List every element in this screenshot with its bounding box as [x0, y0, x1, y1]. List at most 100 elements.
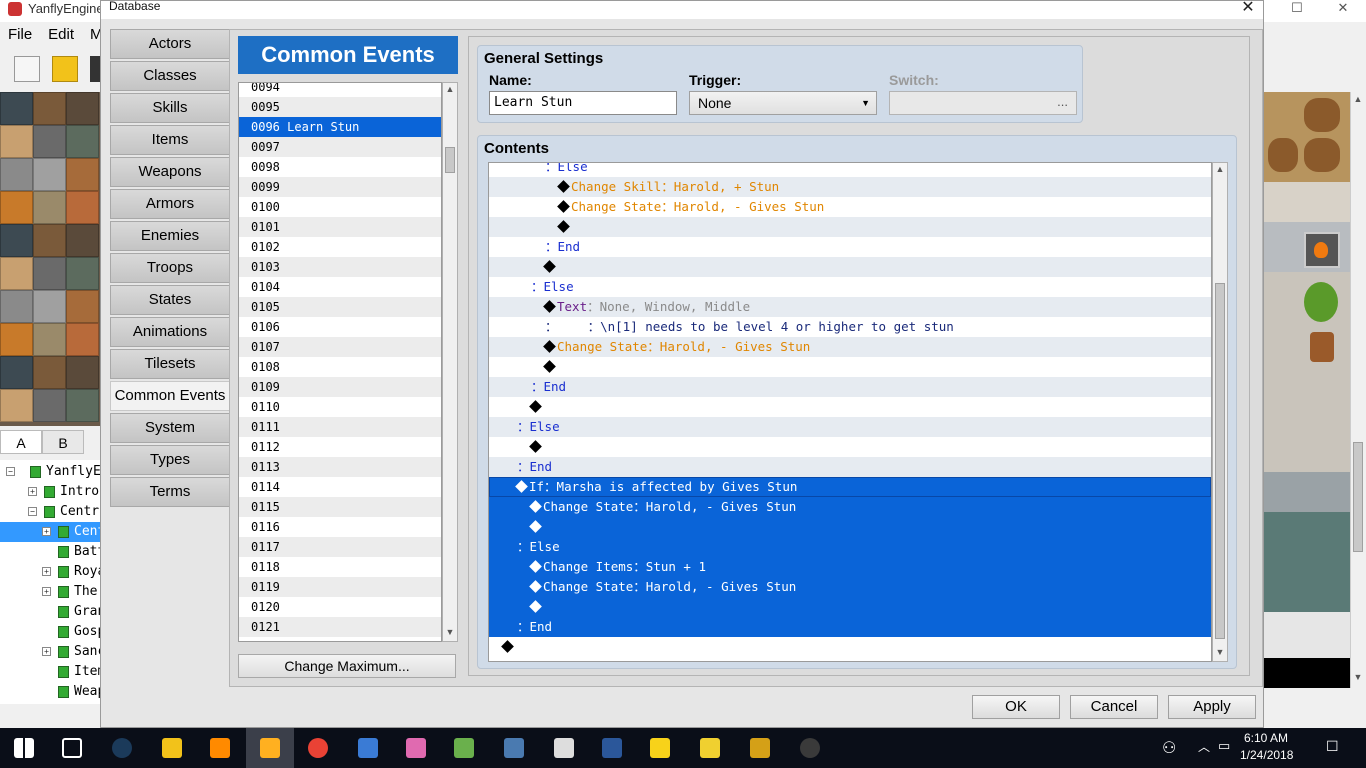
list-item[interactable]: 0109 — [239, 377, 441, 397]
expand-icon[interactable]: + — [42, 567, 51, 576]
tile[interactable] — [33, 290, 66, 323]
tile[interactable] — [0, 92, 33, 125]
tile[interactable] — [33, 389, 66, 422]
control-panel-icon[interactable] — [344, 728, 392, 768]
list-item[interactable]: 0107 — [239, 337, 441, 357]
folder-app-icon[interactable] — [636, 728, 684, 768]
tile-tab-b[interactable]: B — [42, 430, 84, 454]
people-icon[interactable]: ⚇ — [1162, 738, 1176, 758]
calculator-icon[interactable] — [540, 728, 588, 768]
dialog-close-icon[interactable]: ✕ — [1241, 0, 1255, 17]
list-item[interactable]: 0102 — [239, 237, 441, 257]
list-item[interactable]: 0101 — [239, 217, 441, 237]
map-tree-item[interactable]: + Royal L — [0, 562, 100, 582]
map-vertical-scrollbar[interactable]: ▲ ▼ — [1350, 92, 1366, 688]
steam-icon[interactable] — [98, 728, 146, 768]
map-tree-item[interactable]: + Centra — [0, 522, 100, 542]
list-item[interactable]: 0096 Learn Stun — [239, 117, 441, 137]
list-item[interactable]: 0097 — [239, 137, 441, 157]
category-tab-animations[interactable]: Animations — [110, 317, 230, 347]
trigger-select[interactable]: None ▼ — [689, 91, 877, 115]
scroll-up-icon[interactable]: ▲ — [445, 84, 455, 94]
category-tab-states[interactable]: States — [110, 285, 230, 315]
tile[interactable] — [0, 290, 33, 323]
list-item[interactable]: 0112 — [239, 437, 441, 457]
command-row[interactable]: Change State：Harold, - Gives Stun — [489, 197, 1211, 217]
windows-start-icon[interactable] — [0, 728, 48, 768]
list-item[interactable]: 0118 — [239, 557, 441, 577]
list-item[interactable]: 0117 — [239, 537, 441, 557]
command-list[interactable]: ：Else Change Skill：Harold, + Stun Change S… — [488, 162, 1212, 662]
menu-file[interactable]: File — [0, 24, 40, 46]
list-item[interactable]: 0098 — [239, 157, 441, 177]
chevron-up-icon[interactable]: ︿ — [1198, 738, 1210, 755]
scroll-down-icon[interactable]: ▼ — [445, 627, 455, 637]
list-item[interactable]: 0115 — [239, 497, 441, 517]
map-tree-item[interactable]: Battle — [0, 542, 100, 562]
list-item[interactable]: 0099 — [239, 177, 441, 197]
collapse-icon[interactable]: − — [6, 467, 15, 476]
tile[interactable] — [0, 389, 33, 422]
list-item[interactable]: 0119 — [239, 577, 441, 597]
network-icon[interactable]: ▭ — [1218, 738, 1230, 754]
category-tab-weapons[interactable]: Weapons — [110, 157, 230, 187]
menu-edit[interactable]: Edit — [40, 24, 82, 46]
category-tab-classes[interactable]: Classes — [110, 61, 230, 91]
event-list-scrollbar[interactable]: ▲ ▼ — [442, 82, 458, 642]
list-item[interactable]: 0105 — [239, 297, 441, 317]
map-tree-item[interactable]: − Central — [0, 502, 100, 522]
expand-icon[interactable]: + — [42, 647, 51, 656]
expand-icon[interactable]: + — [42, 587, 51, 596]
list-item[interactable]: 0121 — [239, 617, 441, 637]
command-row[interactable]: ：End — [489, 617, 1211, 637]
tile-palette[interactable] — [0, 92, 100, 426]
chrome-icon[interactable] — [294, 728, 342, 768]
expand-icon[interactable]: + — [42, 527, 51, 536]
tile[interactable] — [0, 191, 33, 224]
name-input[interactable]: Learn Stun — [489, 91, 677, 115]
command-row[interactable]: If：Marsha is affected by Gives Stun — [489, 477, 1211, 497]
command-row[interactable]: ：Else — [489, 537, 1211, 557]
notification-icon[interactable]: ☐ — [1326, 738, 1339, 755]
tile[interactable] — [33, 224, 66, 257]
list-item[interactable]: 0094 — [239, 83, 441, 97]
command-row[interactable]: Change Skill：Harold, + Stun — [489, 177, 1211, 197]
tile[interactable] — [33, 356, 66, 389]
ok-button[interactable]: OK — [972, 695, 1060, 719]
tile[interactable] — [0, 356, 33, 389]
apply-button[interactable]: Apply — [1168, 695, 1256, 719]
command-row[interactable] — [489, 597, 1211, 617]
command-row[interactable]: Change Items：Stun + 1 — [489, 557, 1211, 577]
sublime-icon[interactable] — [196, 728, 244, 768]
list-item[interactable]: 0106 — [239, 317, 441, 337]
category-tab-tilesets[interactable]: Tilesets — [110, 349, 230, 379]
map-tree-item[interactable]: + Sanctua — [0, 642, 100, 662]
tile[interactable] — [66, 158, 99, 191]
category-tab-actors[interactable]: Actors — [110, 29, 230, 59]
cancel-button[interactable]: Cancel — [1070, 695, 1158, 719]
tile[interactable] — [66, 323, 99, 356]
clock-date[interactable]: 1/24/2018 — [1240, 748, 1293, 762]
command-list-scrollbar[interactable]: ▲ ▼ — [1212, 162, 1228, 662]
list-item[interactable]: 0114 — [239, 477, 441, 497]
command-row[interactable] — [489, 397, 1211, 417]
obs-icon[interactable] — [786, 728, 834, 768]
tile[interactable] — [33, 158, 66, 191]
command-row[interactable]: Change State：Harold, - Gives Stun — [489, 337, 1211, 357]
new-project-icon[interactable] — [14, 56, 40, 82]
category-tab-skills[interactable]: Skills — [110, 93, 230, 123]
list-item[interactable]: 0104 — [239, 277, 441, 297]
list-item[interactable]: 0095 — [239, 97, 441, 117]
tile[interactable] — [66, 191, 99, 224]
tile[interactable] — [66, 92, 99, 125]
tile[interactable] — [0, 323, 33, 356]
expand-icon[interactable]: + — [28, 487, 37, 496]
category-tab-items[interactable]: Items — [110, 125, 230, 155]
command-row[interactable]: Change State：Harold, - Gives Stun — [489, 577, 1211, 597]
map-tree-item[interactable]: + Intro Ma — [0, 482, 100, 502]
map-tree-item[interactable]: Grand C — [0, 602, 100, 622]
map-tree-item[interactable]: Item Sh — [0, 662, 100, 682]
category-tab-system[interactable]: System — [110, 413, 230, 443]
tile-tab-a[interactable]: A — [0, 430, 42, 454]
open-project-icon[interactable] — [52, 56, 78, 82]
